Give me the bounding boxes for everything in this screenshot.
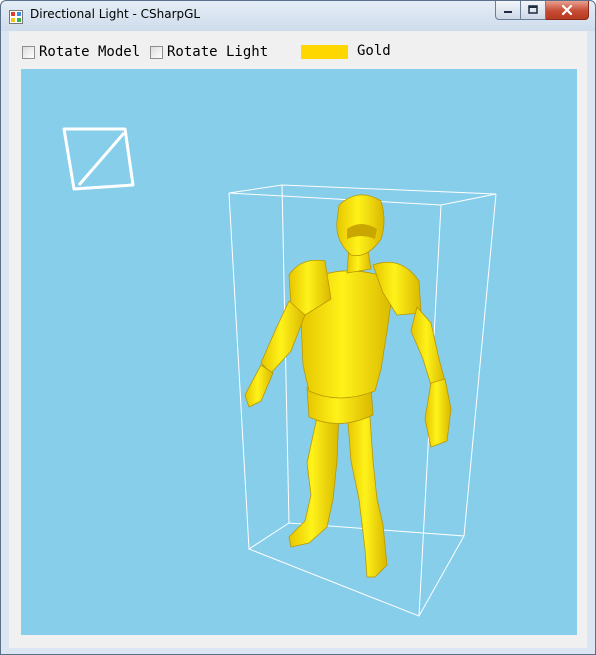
material-label: Gold — [357, 43, 391, 59]
gl-viewport[interactable] — [21, 69, 577, 635]
rotate-model-checkbox-box[interactable] — [22, 45, 35, 59]
rotate-light-label: Rotate Light — [167, 44, 269, 60]
material-color-swatch[interactable] — [301, 45, 348, 59]
character-model — [244, 194, 452, 578]
close-icon — [561, 4, 573, 16]
title-bar[interactable]: Directional Light - CSharpGL — [1, 1, 595, 31]
rotate-light-checkbox[interactable]: Rotate Light — [150, 43, 268, 61]
directional-light-icon — [62, 127, 135, 191]
maximize-button[interactable] — [521, 1, 546, 20]
app-window: Directional Light - CSharpGL Rotate Mode… — [0, 0, 596, 655]
minimize-button[interactable] — [495, 1, 521, 20]
client-area: Rotate Model Rotate Light Gold — [9, 31, 587, 648]
minimize-icon — [504, 11, 512, 13]
window-title: Directional Light - CSharpGL — [30, 7, 201, 21]
rotate-light-checkbox-box[interactable] — [150, 45, 163, 59]
maximize-icon — [528, 5, 538, 14]
rotate-model-checkbox[interactable]: Rotate Model — [22, 43, 140, 61]
toolbar: Rotate Model Rotate Light Gold — [9, 31, 587, 69]
caption-buttons — [495, 1, 589, 21]
app-icon — [9, 9, 23, 24]
rotate-model-label: Rotate Model — [39, 44, 141, 60]
close-button[interactable] — [546, 1, 589, 20]
